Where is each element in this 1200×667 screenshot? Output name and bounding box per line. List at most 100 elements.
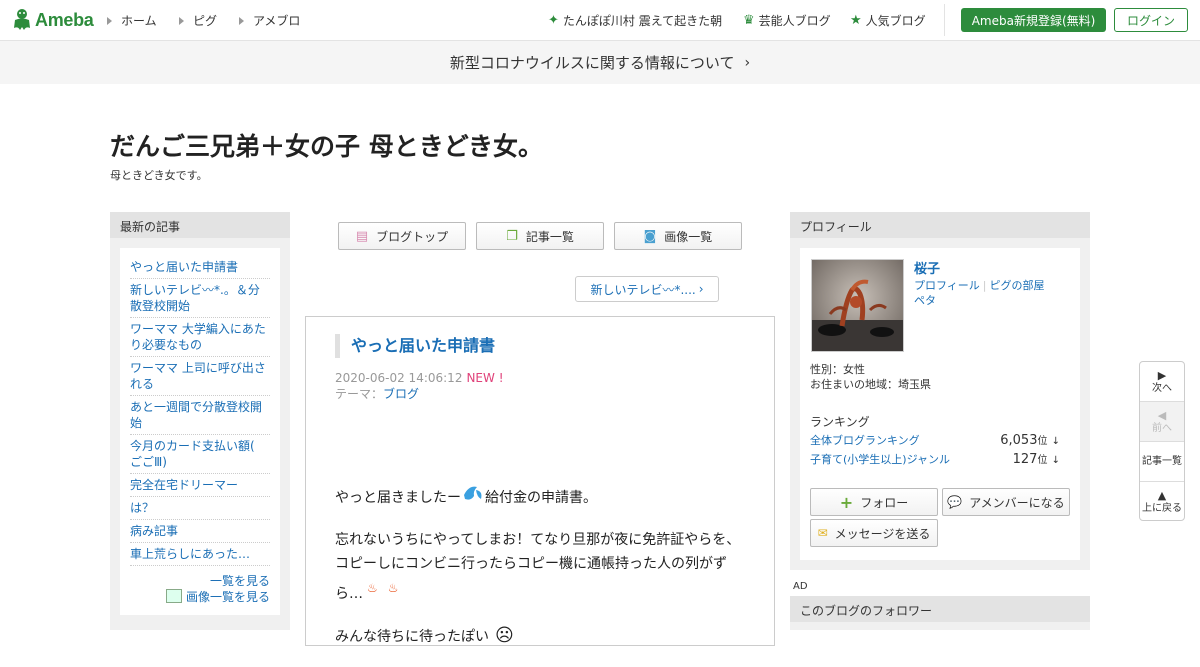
popular-blog-label: 人気ブログ (865, 14, 926, 28)
register-button[interactable]: Ameba新規登録(無料) (961, 8, 1106, 32)
pigg-room-link[interactable]: ピグの部屋 (990, 279, 1045, 292)
envelope-icon: ✉ (817, 526, 828, 540)
blog-top-tab[interactable]: ▤ ブログトップ (338, 222, 466, 250)
celebrity-blog-link[interactable]: ♛ 芸能人ブログ (743, 12, 831, 29)
nav-home[interactable]: ホーム (107, 12, 157, 29)
global-header: Ameba ホーム ピグ アメブロ ✦ たんぽぽ川村 震えて起きた朝 ♛ 芸能人ブロ… (0, 0, 1200, 41)
article-meta: 2020-06-02 14:06:12 NEW ! テーマ：ブログ (335, 370, 504, 402)
message-button[interactable]: ✉ メッセージを送る (810, 519, 938, 547)
image-list-label: 画像一覧 (664, 229, 713, 244)
triangle-icon (179, 16, 184, 25)
recent-post-link[interactable]: 完全在宅ドリーマー (130, 474, 270, 497)
article-paragraph: 忘れないうちにやってしまお！てなり旦那が夜に免許証やらを、コピーしにコンビニ行っ… (335, 528, 745, 606)
article-date: 2020-06-02 14:06:12 (335, 371, 463, 385)
theme-link[interactable]: ブログ (383, 387, 419, 401)
new-badge: NEW ! (466, 371, 504, 385)
recent-post-link[interactable]: ワーママ 上司に呼び出される (130, 357, 270, 396)
popular-blog-link[interactable]: ★ 人気ブログ (850, 12, 926, 29)
back-to-top-button[interactable]: ▲ 上に戻る (1140, 482, 1184, 520)
image-list-tab[interactable]: ◙ 画像一覧 (614, 222, 742, 250)
ranking-row: 子育て(小学生以上)ジャンル 127位 ↓ (810, 451, 1060, 467)
article-body: やっと届きましたー 給付金の申請書。 忘れないうちにやってしまお！てなり旦那が夜に… (335, 483, 745, 667)
follow-button[interactable]: + フォロー (810, 488, 938, 516)
trending-label: たんぽぽ川村 震えて起きた朝 (562, 14, 723, 28)
paragraph-text: やっと届きましたー (335, 490, 461, 506)
followers-heading: このブログのフォロワー (790, 596, 1090, 622)
ranking-value: 127位 ↓ (1013, 451, 1060, 467)
ranking-number: 6,053 (1000, 433, 1038, 448)
chevron-right-icon: › (698, 282, 704, 296)
article-paragraph: やっと届きましたー 給付金の申請書。 (335, 483, 745, 510)
recent-post-link[interactable]: あと一週間で分散登校開始 (130, 396, 270, 435)
recent-post-link[interactable]: 車上荒らしにあった… (130, 543, 270, 566)
star-icon: ★ (850, 13, 862, 28)
nav-home-label: ホーム (121, 14, 157, 28)
play-left-icon: ◀ (1157, 408, 1167, 422)
celebrity-blog-label: 芸能人ブログ (758, 14, 831, 28)
down-arrow-icon: ↓ (1051, 455, 1060, 466)
peta-link[interactable]: ペタ (914, 294, 936, 307)
recent-post-link[interactable]: 今月のカード支払い額( ごごⅢ) (130, 435, 270, 474)
prev-post-button[interactable]: ◀ 前へ (1140, 402, 1184, 442)
see-images-label: 画像一覧を見る (185, 590, 270, 604)
profile-links: プロフィール | ピグの部屋 ペタ (914, 278, 1074, 308)
blog-top-label: ブログトップ (376, 229, 449, 244)
follow-label: フォロー (860, 495, 909, 510)
face-emoji-icon: ☹ (495, 625, 514, 646)
ranking-link[interactable]: 全体ブログランキング (810, 432, 920, 448)
recent-posts-list: やっと届いた申請書 新しいテレビ〰*.。＆分散登校開始 ワーママ 大学編入にあた… (120, 248, 280, 615)
message-label: メッセージを送る (834, 526, 931, 541)
post-list-side-label: 記事一覧 (1142, 456, 1182, 467)
see-images-link[interactable]: 画像一覧を見る (130, 589, 270, 605)
login-button[interactable]: ログイン (1114, 8, 1188, 32)
covid-info-banner[interactable]: 新型コロナウイルスに関する情報について › (0, 41, 1200, 84)
profile-avatar[interactable] (811, 259, 904, 352)
copy-icon: ❐ (506, 228, 518, 244)
article-title[interactable]: やっと届いた申請書 (335, 334, 495, 358)
profile-name[interactable]: 桜子 (914, 258, 940, 277)
link-separator: | (982, 279, 987, 292)
see-all-posts-link[interactable]: 一覧を見る (130, 573, 270, 589)
profile-body: 桜子 プロフィール | ピグの部屋 ペタ 性別：女性 お住まいの地域：埼玉県 ランキ… (800, 248, 1080, 560)
recent-post-link[interactable]: は？ (130, 497, 270, 520)
profile-location: お住まいの地域：埼玉県 (810, 378, 931, 391)
prev-label: 前へ (1152, 422, 1172, 434)
newer-post-button[interactable]: 新しいテレビ〰*.... › (575, 276, 719, 302)
nav-pigg[interactable]: ピグ (179, 12, 217, 29)
recent-post-link[interactable]: 新しいテレビ〰*.。＆分散登校開始 (130, 279, 270, 318)
recent-post-link[interactable]: 病み記事 (130, 520, 270, 543)
ranking-unit: 位 (1037, 455, 1048, 466)
camera-icon: ◙ (643, 228, 657, 244)
nav-ameblo[interactable]: アメブロ (239, 12, 300, 29)
recent-post-link[interactable]: ワーママ 大学編入にあたり必要なもの (130, 318, 270, 357)
sweat-drop-emoji-icon (464, 486, 482, 500)
post-list-button[interactable]: 記事一覧 (1140, 442, 1184, 482)
post-list-label: 記事一覧 (525, 229, 574, 244)
profile-link[interactable]: プロフィール (914, 279, 980, 292)
ad-label: AD (793, 581, 808, 592)
nav-pigg-label: ピグ (193, 14, 218, 28)
recent-posts-heading: 最新の記事 (110, 212, 290, 238)
theme-label: テーマ： (335, 387, 384, 401)
chevron-right-icon: › (744, 54, 751, 71)
paragraph-text: 給付金の申請書。 (485, 490, 597, 506)
article-paragraph: みんな待ちに待ったぽい ☹ (335, 624, 745, 649)
recent-posts-panel: 最新の記事 やっと届いた申請書 新しいテレビ〰*.。＆分散登校開始 ワーママ 大… (110, 212, 290, 630)
ranking-link[interactable]: 子育て(小学生以上)ジャンル (810, 451, 950, 467)
recent-post-link[interactable]: やっと届いた申請書 (130, 256, 270, 279)
trending-link[interactable]: ✦ たんぽぽ川村 震えて起きた朝 (548, 12, 722, 29)
blog-description: 母ときどき女です。 (110, 169, 208, 182)
ranking-row: 全体ブログランキング 6,053位 ↓ (810, 432, 1060, 448)
next-label: 次へ (1152, 382, 1172, 394)
ranking-title: ランキング (810, 415, 870, 429)
post-list-tab[interactable]: ❐ 記事一覧 (476, 222, 604, 250)
ameba-logo[interactable]: Ameba (12, 8, 94, 32)
blog-title[interactable]: だんご三兄弟＋女の子 母ときどき女。 (110, 127, 543, 163)
triangle-icon (239, 16, 244, 25)
ranking-value: 6,053位 ↓ (1000, 432, 1060, 448)
next-post-button[interactable]: ▶ 次へ (1140, 362, 1184, 402)
avatar-photo (812, 260, 903, 351)
ranking-number: 127 (1012, 452, 1038, 467)
ranking-unit: 位 (1037, 436, 1048, 447)
amember-button[interactable]: 💬 アメンバーになる (942, 488, 1070, 516)
